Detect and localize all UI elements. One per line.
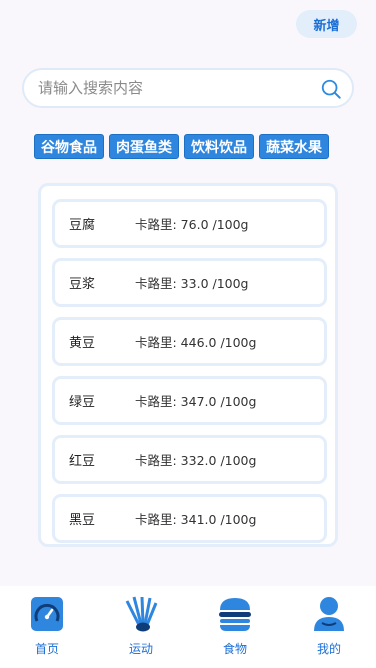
shuttlecock-icon (124, 595, 158, 633)
category-meat-egg-fish[interactable]: 肉蛋鱼类 (109, 134, 179, 159)
food-row[interactable]: 红豆 卡路里: 332.0 /100g (52, 435, 327, 484)
tab-home[interactable]: 首页 (0, 586, 94, 668)
tab-sport-label: 运动 (128, 642, 153, 656)
tab-mine-label: 我的 (316, 642, 341, 656)
food-calorie: 卡路里: 332.0 /100g (135, 453, 257, 468)
tab-food-label: 食物 (222, 642, 247, 656)
food-row[interactable]: 黑豆 卡路里: 341.0 /100g (52, 494, 327, 543)
search-icon[interactable] (320, 78, 342, 100)
food-list: 豆腐 卡路里: 76.0 /100g 豆浆 卡路里: 33.0 /100g 黄豆… (38, 183, 338, 547)
food-row[interactable]: 豆浆 卡路里: 33.0 /100g (52, 258, 327, 307)
food-row[interactable]: 黄豆 卡路里: 446.0 /100g (52, 317, 327, 366)
food-row[interactable]: 豆腐 卡路里: 76.0 /100g (52, 199, 327, 248)
bottom-tab-bar: 首页 运动 食物 我的 (0, 586, 376, 668)
food-calorie: 卡路里: 347.0 /100g (135, 394, 257, 409)
search-input[interactable] (38, 79, 308, 97)
tab-home-label: 首页 (34, 642, 59, 656)
food-calorie: 卡路里: 76.0 /100g (135, 217, 249, 232)
food-name: 红豆 (69, 454, 96, 469)
food-calorie: 卡路里: 446.0 /100g (135, 335, 257, 350)
category-grain[interactable]: 谷物食品 (34, 134, 104, 159)
add-button[interactable]: 新增 (296, 10, 357, 38)
category-veg-fruit[interactable]: 蔬菜水果 (259, 134, 329, 159)
user-icon (312, 595, 346, 633)
tab-sport[interactable]: 运动 (94, 586, 188, 668)
food-row[interactable]: 绿豆 卡路里: 347.0 /100g (52, 376, 327, 425)
category-tabs: 谷物食品 肉蛋鱼类 饮料饮品 蔬菜水果 (34, 134, 329, 159)
burger-icon (218, 595, 252, 633)
food-name: 黑豆 (69, 513, 96, 528)
food-calorie: 卡路里: 33.0 /100g (135, 276, 249, 291)
speedometer-icon (30, 595, 64, 633)
food-name: 黄豆 (69, 336, 96, 351)
tab-mine[interactable]: 我的 (282, 586, 376, 668)
food-name: 豆腐 (69, 218, 96, 233)
food-name: 豆浆 (69, 277, 96, 292)
tab-food[interactable]: 食物 (188, 586, 282, 668)
food-name: 绿豆 (69, 395, 96, 410)
food-calorie: 卡路里: 341.0 /100g (135, 512, 257, 527)
category-drinks[interactable]: 饮料饮品 (184, 134, 254, 159)
search-bar (22, 68, 354, 108)
